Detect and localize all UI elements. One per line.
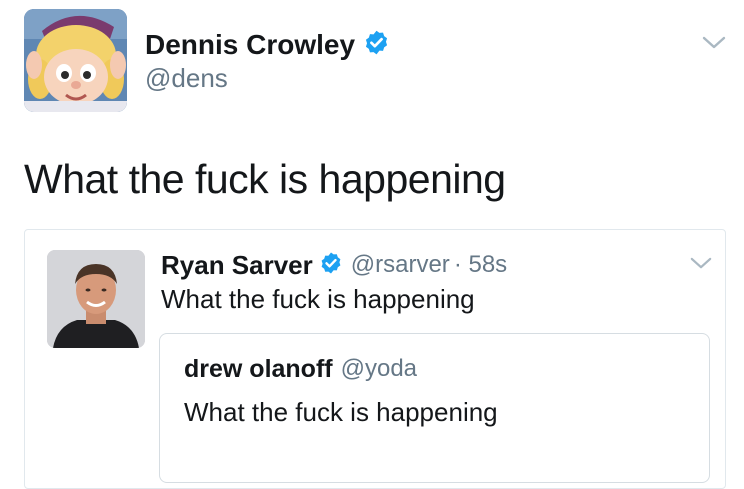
retweet-author-name[interactable]: Ryan Sarver [161, 250, 313, 281]
hermey-elf-avatar-icon [24, 9, 127, 112]
retweet-menu-button[interactable] [690, 257, 712, 275]
verified-badge-icon [363, 29, 390, 61]
tweet-text: What the fuck is happening [24, 156, 506, 202]
chevron-down-icon [702, 36, 726, 49]
retweet-header-row: Ryan Sarver @rsarver · 58s [161, 248, 507, 282]
author-avatar[interactable] [24, 9, 127, 112]
retweet-text: What the fuck is happening [161, 284, 475, 314]
author-handle[interactable]: @dens [145, 63, 228, 94]
author-name[interactable]: Dennis Crowley [145, 29, 355, 61]
man-photo-avatar-icon [47, 250, 145, 348]
quote-author-name: drew olanoff [184, 354, 333, 383]
retweet-author-handle[interactable]: @rsarver [351, 251, 450, 279]
quote-author-handle: @yoda [340, 355, 418, 382]
retweet-author-avatar[interactable] [47, 250, 145, 348]
retweet-timestamp[interactable]: · 58s [454, 251, 507, 279]
chevron-down-icon [690, 257, 712, 269]
author-name-row: Dennis Crowley [145, 27, 390, 63]
verified-badge-icon [319, 251, 343, 280]
quote-text: What the fuck is happening [184, 397, 498, 427]
quote-header-row: drew olanoff @yoda [184, 352, 417, 386]
tweet-menu-button[interactable] [702, 36, 726, 55]
